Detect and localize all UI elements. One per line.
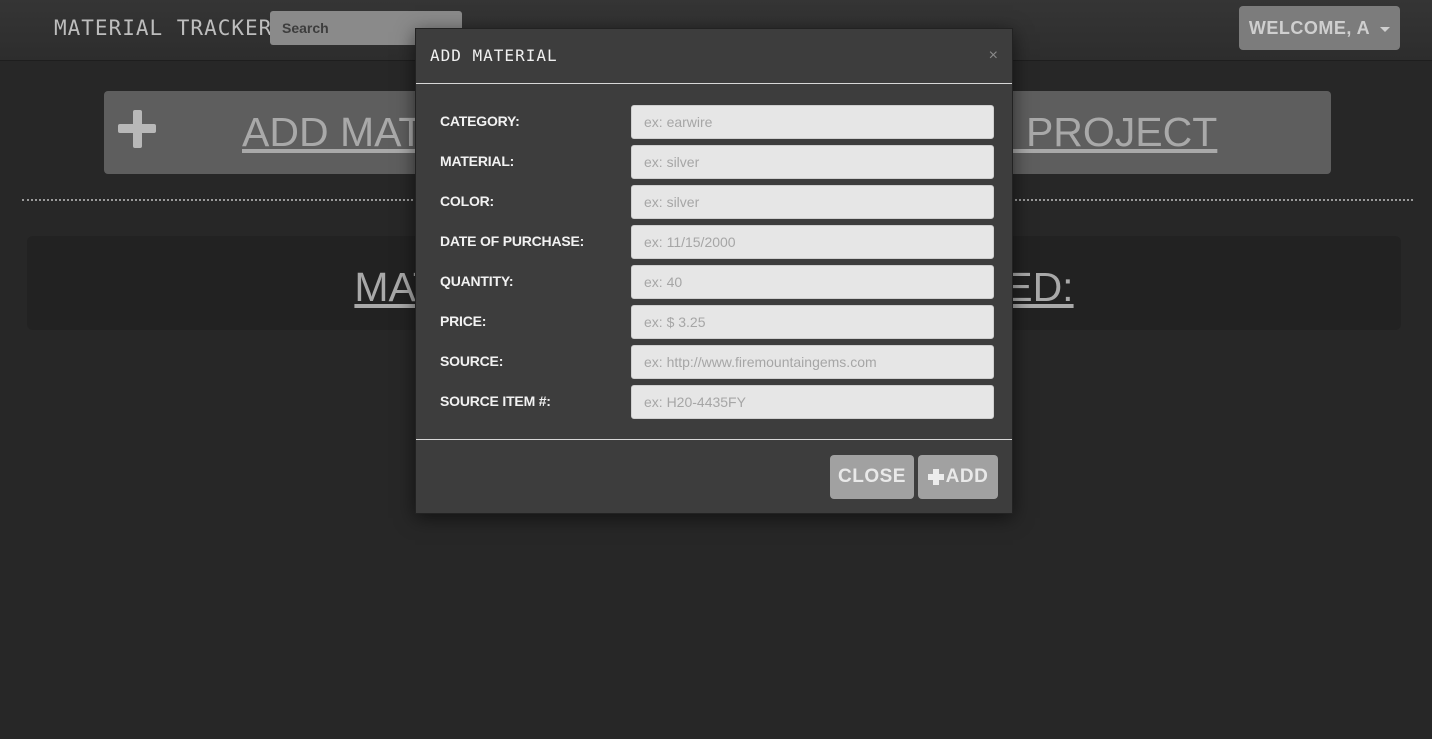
material-input[interactable] bbox=[631, 145, 994, 179]
add-button-label: ADD bbox=[945, 466, 989, 487]
form-row-date: DATE OF PURCHASE: bbox=[416, 225, 1012, 259]
plus-icon bbox=[927, 469, 944, 485]
user-menu-button[interactable]: WELCOME, A bbox=[1239, 6, 1400, 50]
source-item-input[interactable] bbox=[631, 385, 994, 419]
date-of-purchase-input[interactable] bbox=[631, 225, 994, 259]
close-button[interactable]: CLOSE bbox=[830, 455, 914, 499]
quantity-input[interactable] bbox=[631, 265, 994, 299]
category-label: CATEGORY: bbox=[440, 113, 520, 129]
price-input[interactable] bbox=[631, 305, 994, 339]
modal-title: ADD MATERIAL bbox=[430, 46, 558, 65]
caret-down-icon bbox=[1380, 26, 1391, 32]
source-item-label: SOURCE ITEM #: bbox=[440, 393, 551, 409]
source-input[interactable] bbox=[631, 345, 994, 379]
price-label: PRICE: bbox=[440, 313, 487, 329]
form-row-price: PRICE: bbox=[416, 305, 1012, 339]
plus-icon bbox=[118, 110, 156, 148]
category-input[interactable] bbox=[631, 105, 994, 139]
quantity-label: QUANTITY: bbox=[440, 273, 514, 289]
form-row-category: CATEGORY: bbox=[416, 105, 1012, 139]
modal-footer: CLOSE ADD bbox=[416, 439, 1012, 514]
modal-header: ADD MATERIAL × bbox=[416, 29, 1012, 84]
close-icon[interactable]: × bbox=[989, 47, 998, 65]
color-input[interactable] bbox=[631, 185, 994, 219]
brand-logo[interactable]: MATERIAL TRACKER bbox=[54, 16, 272, 40]
form-row-color: COLOR: bbox=[416, 185, 1012, 219]
form-row-source: SOURCE: bbox=[416, 345, 1012, 379]
add-button[interactable]: ADD bbox=[918, 455, 998, 499]
form-row-quantity: QUANTITY: bbox=[416, 265, 1012, 299]
color-label: COLOR: bbox=[440, 193, 495, 209]
date-of-purchase-label: DATE OF PURCHASE: bbox=[440, 233, 585, 249]
user-menu-label: WELCOME, A bbox=[1248, 17, 1371, 38]
form-row-material: MATERIAL: bbox=[416, 145, 1012, 179]
form-row-source-item: SOURCE ITEM #: bbox=[416, 385, 1012, 419]
add-material-modal: ADD MATERIAL × CATEGORY: MATERIAL: COLOR… bbox=[415, 28, 1013, 514]
material-label: MATERIAL: bbox=[440, 153, 515, 169]
source-label: SOURCE: bbox=[440, 353, 504, 369]
